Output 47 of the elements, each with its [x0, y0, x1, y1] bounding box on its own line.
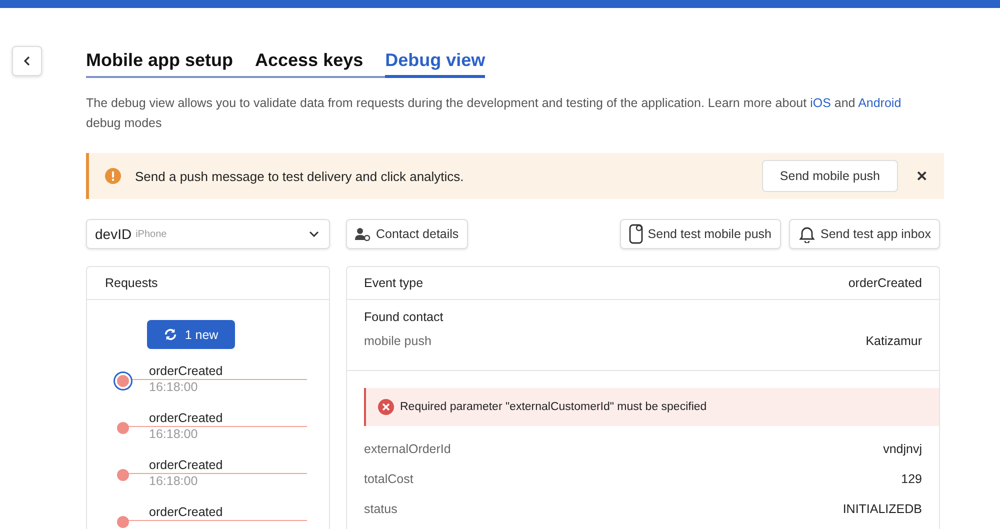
alert-message: Send a push message to test delivery and click analytics.	[135, 168, 465, 184]
request-time: 16:18:00	[149, 380, 198, 395]
ios-link[interactable]: iOS	[810, 96, 831, 110]
chevron-left-icon	[23, 56, 31, 66]
tab[interactable]: Access keys	[255, 50, 364, 78]
field-value: 129	[901, 472, 922, 486]
field-value: orderCreated	[848, 276, 922, 290]
android-link[interactable]: Android	[858, 96, 902, 110]
send-test-app-inbox-button[interactable]: Send test app inbox	[788, 219, 940, 249]
phone-icon	[628, 223, 643, 245]
field-label: externalOrderId	[364, 442, 451, 456]
request-name[interactable]: orderCreated	[149, 458, 223, 472]
section-title: Found contact	[363, 310, 444, 326]
send-mobile-push-button[interactable]: Send mobile push	[762, 160, 898, 192]
device-select[interactable]: devID iPhone	[86, 219, 330, 249]
request-name[interactable]: orderCreated	[149, 411, 223, 425]
request-dot[interactable]	[115, 373, 131, 389]
error-icon	[378, 399, 394, 415]
request-dot[interactable]	[117, 422, 129, 434]
field-value: vndjnvj	[883, 442, 922, 456]
contact-details-button[interactable]: Contact details	[346, 219, 468, 249]
send-test-mobile-push-button[interactable]: Send test mobile push	[620, 219, 780, 249]
warning-icon	[105, 168, 121, 184]
field-label: mobile push	[364, 334, 432, 348]
field-label: totalCost	[364, 472, 414, 486]
close-button[interactable]: ✕	[916, 168, 928, 184]
field-value: INITIALIZEDB	[842, 502, 922, 516]
bell-icon	[798, 225, 816, 243]
request-time: 16:18:00	[149, 427, 198, 442]
refresh-icon	[164, 328, 177, 341]
back-button[interactable]	[12, 46, 42, 76]
request-dot[interactable]	[117, 469, 129, 481]
field-value: Katizamur	[866, 334, 922, 348]
field-label: status	[364, 502, 398, 516]
request-name[interactable]: orderCreated	[149, 505, 223, 519]
request-time: 16:18:00	[149, 474, 198, 489]
tab[interactable]: Debug view	[385, 50, 486, 78]
new-requests-button[interactable]: 1 new	[147, 320, 235, 349]
request-dot[interactable]	[117, 516, 129, 528]
field-label: Event type	[364, 276, 424, 290]
person-icon	[355, 227, 371, 241]
chevron-down-icon	[309, 231, 319, 237]
panel-title: Requests	[105, 276, 158, 290]
error-message: Required parameter "externalCustomerId" must be specified	[400, 401, 707, 413]
tab[interactable]: Mobile app setup	[86, 50, 234, 78]
description-text: The debug view allows you to validate data from requests during the development and testing of the application. Learn more about iOS and Android debug modes	[86, 95, 902, 132]
request-name[interactable]: orderCreated	[149, 364, 223, 378]
